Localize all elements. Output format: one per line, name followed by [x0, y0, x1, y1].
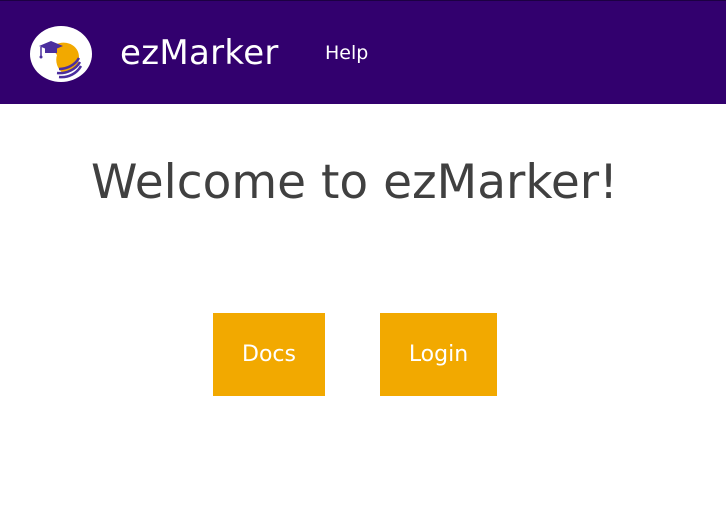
- docs-button[interactable]: Docs: [213, 313, 325, 396]
- login-button[interactable]: Login: [380, 313, 497, 396]
- welcome-heading: Welcome to ezMarker!: [91, 155, 618, 210]
- top-navbar: ezMarker Help: [0, 0, 726, 104]
- logo-icon[interactable]: [29, 25, 93, 83]
- nav-link-help[interactable]: Help: [325, 41, 368, 65]
- brand-name[interactable]: ezMarker: [120, 31, 279, 75]
